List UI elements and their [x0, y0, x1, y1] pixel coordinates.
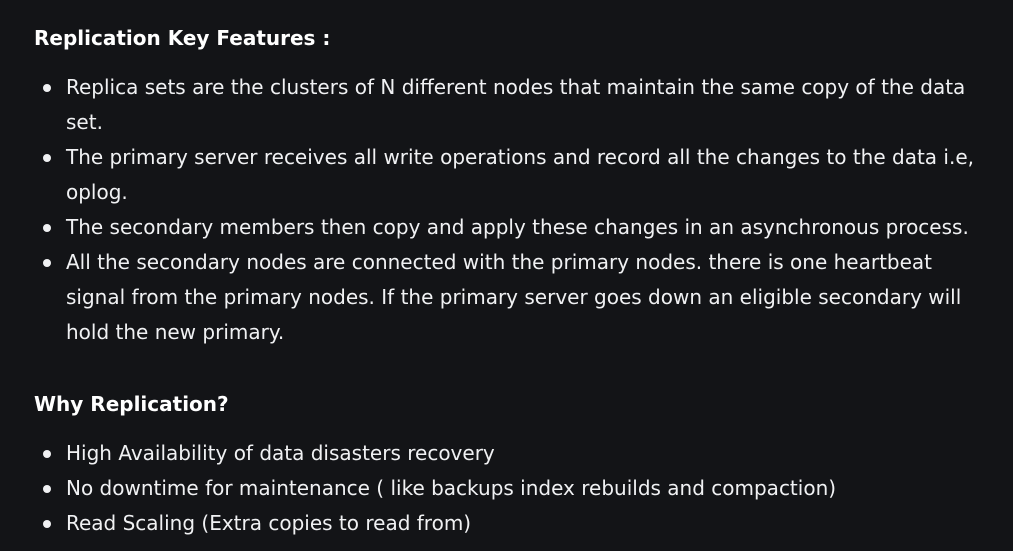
list-item: High Availability of data disasters reco…	[34, 436, 979, 471]
replication-key-features-heading: Replication Key Features :	[34, 26, 331, 50]
why-replication-heading: Why Replication?	[34, 392, 229, 416]
why-replication-list: High Availability of data disasters reco…	[34, 436, 979, 541]
list-item: Read Scaling (Extra copies to read from)	[34, 506, 979, 541]
document-page: Replication Key Features : Replica sets …	[0, 0, 1013, 551]
replication-features-list: Replica sets are the clusters of N diffe…	[34, 70, 979, 350]
list-item: The primary server receives all write op…	[34, 140, 979, 210]
list-item: All the secondary nodes are connected wi…	[34, 245, 979, 350]
list-item: The secondary members then copy and appl…	[34, 210, 979, 245]
list-item: Replica sets are the clusters of N diffe…	[34, 70, 979, 140]
list-item: No downtime for maintenance ( like backu…	[34, 471, 979, 506]
